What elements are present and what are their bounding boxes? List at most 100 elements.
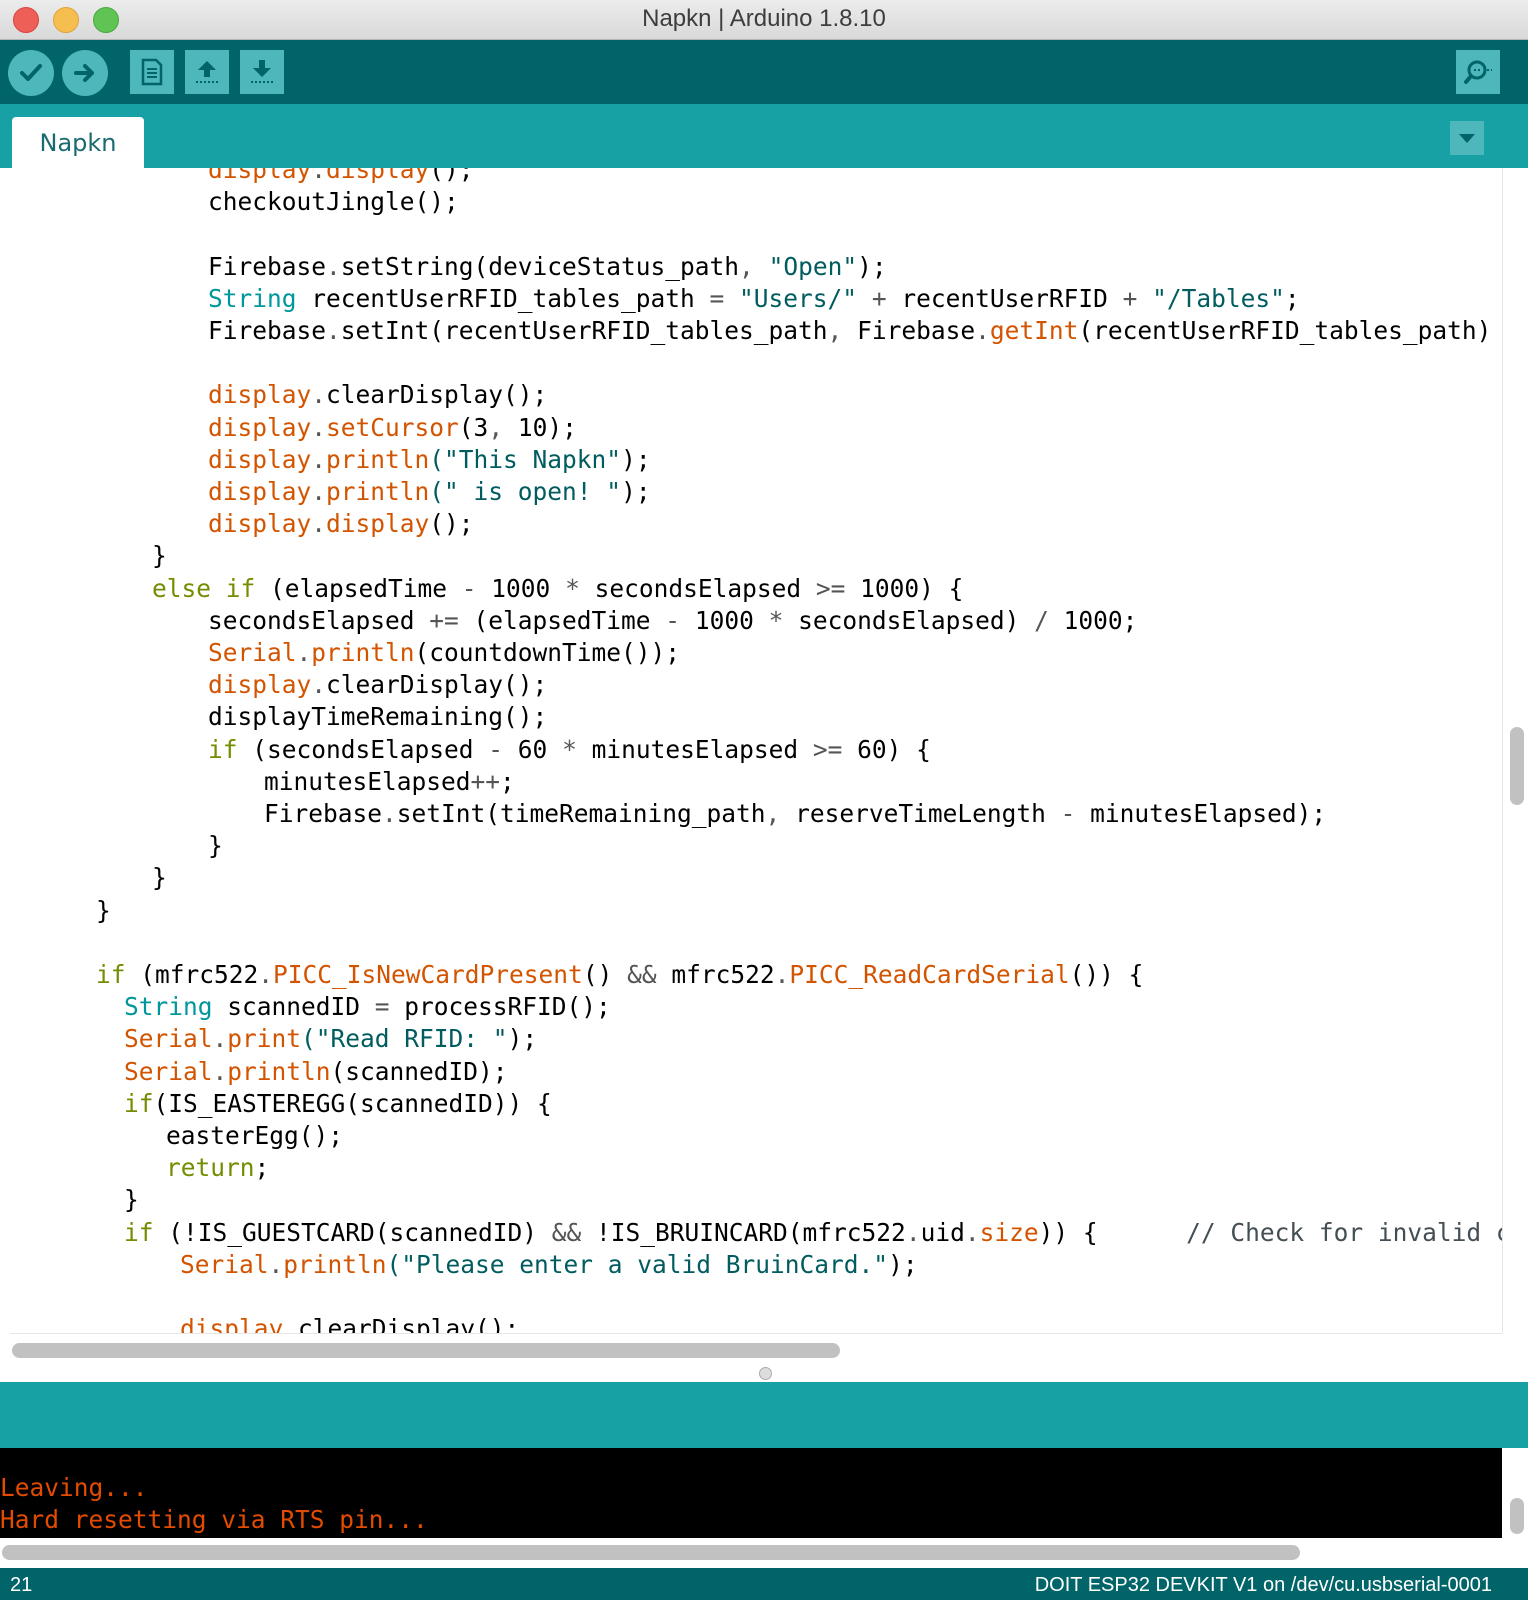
code-token: } bbox=[152, 863, 167, 893]
code-token: display bbox=[208, 444, 312, 474]
code-token: display bbox=[208, 380, 312, 410]
code-token: return bbox=[166, 1153, 255, 1183]
tab-bar: Napkn bbox=[0, 104, 1528, 169]
code-token: "Open" bbox=[768, 251, 858, 281]
code-token: >= bbox=[812, 734, 843, 764]
code-token: minutesElapsed); bbox=[1075, 799, 1327, 828]
code-editor[interactable]: display.display(); checkoutJingle(); Fireb… bbox=[0, 168, 1502, 1333]
save-sketch-button[interactable] bbox=[240, 50, 284, 94]
code-token: String bbox=[124, 992, 213, 1022]
code-line: Serial.println("Please enter a valid Bru… bbox=[180, 1249, 918, 1281]
code-token: - bbox=[665, 605, 681, 635]
code-line: checkoutJingle(); bbox=[208, 186, 459, 218]
code-token: println bbox=[326, 477, 430, 506]
tab-napkn[interactable]: Napkn bbox=[12, 117, 144, 169]
code-line: displayTimeRemaining(); bbox=[208, 701, 547, 733]
console-line: Hard resetting via RTS pin... bbox=[0, 1505, 428, 1534]
code-token: . bbox=[382, 799, 397, 828]
code-token: setString(deviceStatus_path bbox=[340, 251, 740, 281]
code-token: ("Read RFID: " bbox=[301, 1024, 508, 1054]
code-token: * bbox=[768, 605, 784, 635]
code-token: . bbox=[212, 1056, 228, 1086]
code-token: display bbox=[326, 168, 430, 184]
code-line: Firebase.setString(deviceStatus_path, "O… bbox=[208, 251, 901, 283]
code-token: } bbox=[152, 541, 167, 571]
console-output[interactable]: Leaving... Hard resetting via RTS pin... bbox=[0, 1448, 1502, 1538]
code-token: Firebase bbox=[208, 251, 327, 281]
code-token: () bbox=[582, 960, 628, 989]
toolbar bbox=[0, 40, 1528, 104]
code-token: display bbox=[326, 509, 430, 539]
code-token: clearDisplay(); bbox=[326, 670, 548, 700]
board-port-info: DOIT ESP32 DEVKIT V1 on /dev/cu.usbseria… bbox=[1034, 1574, 1492, 1596]
code-line: display.println(" is open! "); bbox=[208, 476, 651, 508]
code-line: secondsElapsed += (elapsedTime - 1000 * … bbox=[208, 605, 1137, 637]
code-token: secondsElapsed bbox=[579, 573, 816, 603]
code-line: display.setCursor(3, 10); bbox=[208, 412, 577, 444]
editor-horizontal-scroll-thumb[interactable] bbox=[12, 1343, 840, 1358]
code-token: display bbox=[208, 509, 312, 539]
upload-button[interactable] bbox=[62, 50, 108, 96]
code-token: ()) { bbox=[1069, 960, 1144, 989]
code-token: . bbox=[311, 380, 327, 410]
code-token: setCursor bbox=[326, 412, 459, 442]
code-token: . bbox=[212, 1024, 228, 1054]
code-token: ("This Napkn" bbox=[429, 444, 622, 474]
tab-menu-button[interactable] bbox=[1450, 121, 1484, 155]
split-pane-handle[interactable] bbox=[759, 1367, 772, 1380]
code-token: secondsElapsed bbox=[208, 605, 430, 635]
code-token: . bbox=[964, 1217, 980, 1247]
code-token: reserveTimeLength bbox=[780, 799, 1061, 828]
code-token: scannedID bbox=[212, 992, 375, 1022]
code-token: . bbox=[311, 168, 327, 184]
serial-monitor-button[interactable] bbox=[1456, 50, 1500, 94]
code-token: (IS_EASTEREGG(scannedID)) { bbox=[153, 1088, 552, 1118]
open-sketch-button[interactable] bbox=[185, 50, 229, 94]
code-token: 60) { bbox=[842, 734, 931, 764]
code-line: else if (elapsedTime - 1000 * secondsEla… bbox=[152, 573, 963, 605]
code-line: display.println("This Napkn"); bbox=[208, 444, 651, 476]
code-token: * bbox=[562, 734, 577, 764]
code-token: print bbox=[227, 1024, 302, 1054]
code-token: 1000) { bbox=[845, 573, 964, 603]
code-token: println bbox=[227, 1056, 331, 1086]
code-token: minutesElapsed bbox=[264, 766, 471, 796]
code-token: , bbox=[739, 251, 769, 281]
code-token: . bbox=[311, 509, 327, 539]
editor-vertical-scroll-thumb[interactable] bbox=[1510, 727, 1524, 805]
code-token: . bbox=[268, 1249, 284, 1279]
new-sketch-button[interactable] bbox=[130, 50, 174, 94]
code-token: checkoutJingle(); bbox=[208, 187, 459, 217]
code-line: Serial.println(countdownTime()); bbox=[208, 637, 680, 669]
code-line: easterEgg(); bbox=[166, 1120, 343, 1152]
code-line: } bbox=[152, 540, 167, 572]
code-token: && bbox=[627, 960, 657, 989]
code-token: , bbox=[765, 799, 781, 828]
code-token: - bbox=[1060, 799, 1076, 828]
code-token: if bbox=[96, 960, 126, 989]
code-token: Serial bbox=[124, 1024, 213, 1054]
code-token: display bbox=[208, 477, 312, 506]
code-line: } bbox=[124, 1184, 139, 1216]
code-token: . bbox=[311, 412, 327, 442]
code-line: return; bbox=[166, 1152, 269, 1184]
code-token: >= bbox=[815, 573, 846, 603]
console-vertical-scroll-thumb[interactable] bbox=[1510, 1498, 1524, 1534]
new-file-icon bbox=[141, 58, 163, 86]
chevron-down-icon bbox=[1459, 134, 1475, 143]
code-token: displayTimeRemaining(); bbox=[208, 702, 548, 732]
code-token: "Users/" bbox=[724, 283, 858, 313]
code-token: secondsElapsed) bbox=[783, 605, 1035, 635]
console-horizontal-scroll-thumb[interactable] bbox=[2, 1545, 1300, 1560]
verify-button[interactable] bbox=[8, 50, 54, 96]
code-line: String scannedID = processRFID(); bbox=[124, 991, 611, 1023]
code-token: println bbox=[326, 444, 430, 474]
code-token: 1000; bbox=[1048, 605, 1138, 635]
code-token: (countdownTime()); bbox=[414, 638, 681, 667]
code-token: clearDisplay(); bbox=[298, 1314, 520, 1333]
code-token: . bbox=[975, 316, 990, 345]
code-token: . bbox=[311, 444, 327, 474]
status-bar: 21 DOIT ESP32 DEVKIT V1 on /dev/cu.usbse… bbox=[0, 1568, 1528, 1600]
arrow-right-icon bbox=[74, 64, 94, 82]
code-token: = bbox=[374, 992, 390, 1022]
